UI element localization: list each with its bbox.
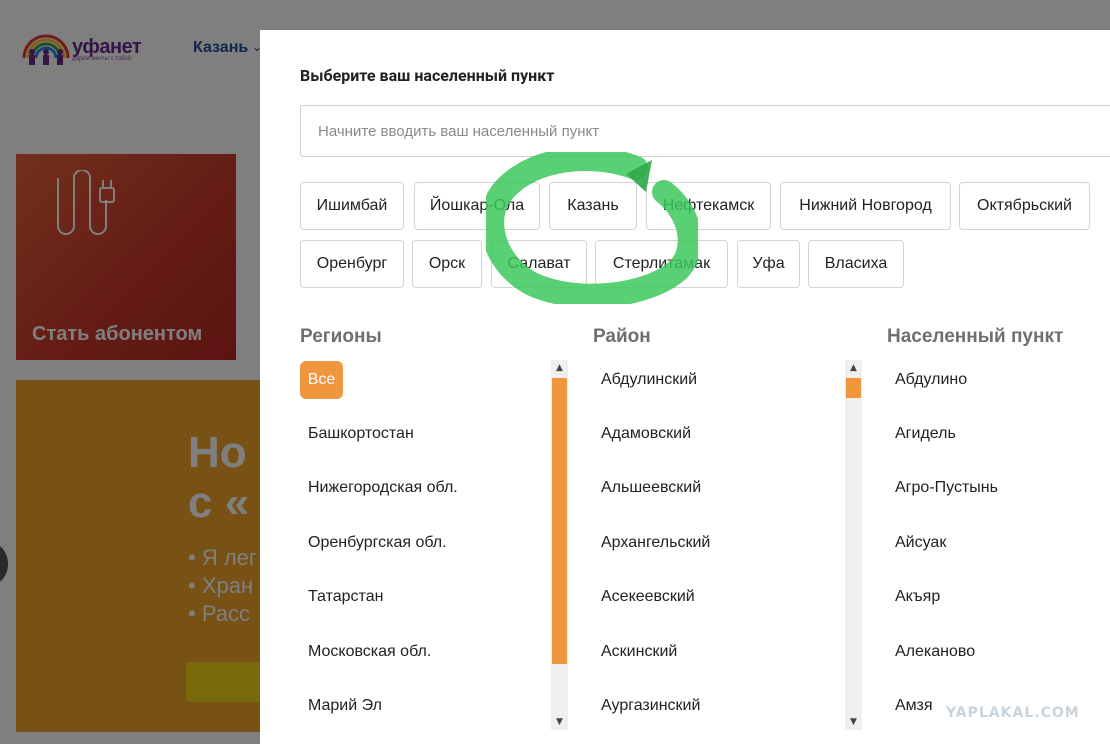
district-item[interactable]: Аургазинский <box>601 697 700 715</box>
city-chip-ufa[interactable]: Уфа <box>737 240 800 288</box>
region-item[interactable]: Московская обл. <box>308 643 431 661</box>
locality-item[interactable]: Акъяр <box>895 588 940 606</box>
city-chip-sterlitamak[interactable]: Стерлитамак <box>595 240 728 288</box>
city-chip-ishimbay[interactable]: Ишимбай <box>300 182 404 230</box>
city-select-modal: Выберите ваш населенный пункт Ишимбай Йо… <box>260 30 1110 744</box>
city-chip-nizhny-novgorod[interactable]: Нижний Новгород <box>780 182 951 230</box>
locality-item[interactable]: Алеканово <box>895 643 975 661</box>
district-item[interactable]: Аскинский <box>601 643 677 661</box>
scroll-up-icon[interactable]: ▲ <box>845 360 862 376</box>
region-item[interactable]: Марий Эл <box>308 697 382 715</box>
districts-scrollbar[interactable]: ▲ ▼ <box>845 360 862 730</box>
modal-title: Выберите ваш населенный пункт <box>300 66 555 85</box>
city-search-input[interactable] <box>301 106 1110 156</box>
scroll-up-icon[interactable]: ▲ <box>551 360 568 376</box>
regions-column-title: Регионы <box>300 326 382 347</box>
region-item[interactable]: Татарстан <box>308 588 383 606</box>
regions-scroll-thumb[interactable] <box>552 378 567 664</box>
region-item[interactable]: Оренбургская обл. <box>308 534 447 552</box>
district-item[interactable]: Архангельский <box>601 534 710 552</box>
districts-scroll-thumb[interactable] <box>846 378 861 398</box>
district-item[interactable]: Асекеевский <box>601 588 695 606</box>
district-item[interactable]: Абдулинский <box>601 371 697 389</box>
city-chip-neftekamsk[interactable]: Нефтекамск <box>646 182 771 230</box>
locality-item[interactable]: Агро-Пустынь <box>895 479 998 497</box>
district-item[interactable]: Альшеевский <box>601 479 701 497</box>
city-chip-orenburg[interactable]: Оренбург <box>300 240 404 288</box>
city-search-box <box>300 105 1110 157</box>
locality-item[interactable]: Айсуак <box>895 534 946 552</box>
city-chip-oktyabrsky[interactable]: Октябрьский <box>959 182 1090 230</box>
locality-item[interactable]: Амзя <box>895 697 933 715</box>
region-item[interactable]: Нижегородская обл. <box>308 479 458 497</box>
localities-column-title: Населенный пункт <box>887 326 1064 347</box>
watermark-text: YAPLAKAL.COM <box>946 705 1080 721</box>
city-chip-orsk[interactable]: Орск <box>412 240 482 288</box>
city-chip-yoshkar-ola[interactable]: Йошкар-Ола <box>414 182 540 230</box>
region-item[interactable]: Башкортостан <box>308 425 414 443</box>
scroll-down-icon[interactable]: ▼ <box>551 714 568 730</box>
city-chip-vlasikha[interactable]: Власиха <box>808 240 904 288</box>
locality-item[interactable]: Агидель <box>895 425 956 443</box>
region-all-button[interactable]: Все <box>300 361 343 399</box>
regions-scrollbar[interactable]: ▲ ▼ <box>551 360 568 730</box>
city-chip-kazan[interactable]: Казань <box>549 182 637 230</box>
district-item[interactable]: Адамовский <box>601 425 691 443</box>
city-chip-salavat[interactable]: Салават <box>491 240 587 288</box>
locality-item[interactable]: Абдулино <box>895 371 967 389</box>
districts-column-title: Район <box>593 326 651 347</box>
scroll-down-icon[interactable]: ▼ <box>845 714 862 730</box>
